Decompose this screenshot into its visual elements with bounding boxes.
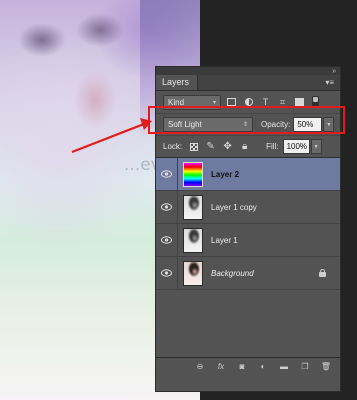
layer-row[interactable]: Layer 1: [156, 223, 340, 257]
fill-label: Fill:: [266, 142, 279, 151]
layer-name[interactable]: Layer 2: [211, 170, 239, 179]
layer-thumbnail: [183, 161, 203, 187]
visibility-eye-icon[interactable]: [156, 223, 178, 257]
lock-row: Lock: ✎ ✥ 🔒︎ Fill: 100% ▼: [156, 135, 340, 157]
layer-name[interactable]: Layer 1: [211, 236, 238, 245]
fill-dropdown-icon[interactable]: ▼: [310, 139, 322, 154]
mask-icon[interactable]: ◙: [236, 362, 248, 371]
layer-lock-icon: [319, 269, 326, 277]
annotation-highlight-box: [148, 106, 345, 134]
layer-thumbnail: [183, 260, 203, 286]
layer-thumbnail: [183, 194, 203, 220]
layer-name[interactable]: Background: [211, 269, 254, 278]
trash-icon[interactable]: 🗑︎: [320, 362, 332, 371]
tab-layers[interactable]: Layers: [156, 75, 199, 90]
layer-thumbnail: [183, 227, 203, 253]
lock-label: Lock:: [163, 142, 183, 151]
lock-all-icon[interactable]: 🔒︎: [239, 141, 250, 152]
new-layer-icon[interactable]: ❐: [299, 362, 311, 371]
lock-image-icon[interactable]: ✎: [205, 141, 216, 152]
layer-row[interactable]: Layer 2: [156, 157, 340, 191]
lock-position-icon[interactable]: ✥: [222, 141, 233, 152]
layer-row[interactable]: Layer 1 copy: [156, 190, 340, 224]
annotation-arrow: [71, 118, 152, 154]
layer-name[interactable]: Layer 1 copy: [211, 203, 257, 212]
visibility-eye-icon[interactable]: [156, 256, 178, 290]
layer-row[interactable]: Background: [156, 256, 340, 290]
layers-list: Layer 2 Layer 1 copy Layer 1 Background: [156, 157, 340, 374]
select-arrows-icon: ▾: [212, 99, 216, 106]
fx-icon[interactable]: fx: [215, 362, 227, 371]
lock-transparent-icon[interactable]: [188, 141, 199, 152]
panel-menu-icon[interactable]: ▾≡: [325, 78, 340, 90]
panel-footer: ⊖ fx ◙ ◐ ▬ ❐ 🗑︎: [156, 357, 340, 374]
adjustment-icon[interactable]: ◐: [257, 362, 269, 371]
panel-tabs: Layers ▾≡: [156, 75, 340, 91]
visibility-eye-icon[interactable]: [156, 157, 178, 191]
visibility-eye-icon[interactable]: [156, 190, 178, 224]
link-icon[interactable]: ⊖: [194, 362, 206, 371]
collapse-icon[interactable]: »: [332, 68, 336, 75]
group-icon[interactable]: ▬: [278, 362, 290, 371]
panel-title-bar[interactable]: »: [156, 67, 340, 75]
fill-input[interactable]: 100%: [282, 139, 310, 154]
